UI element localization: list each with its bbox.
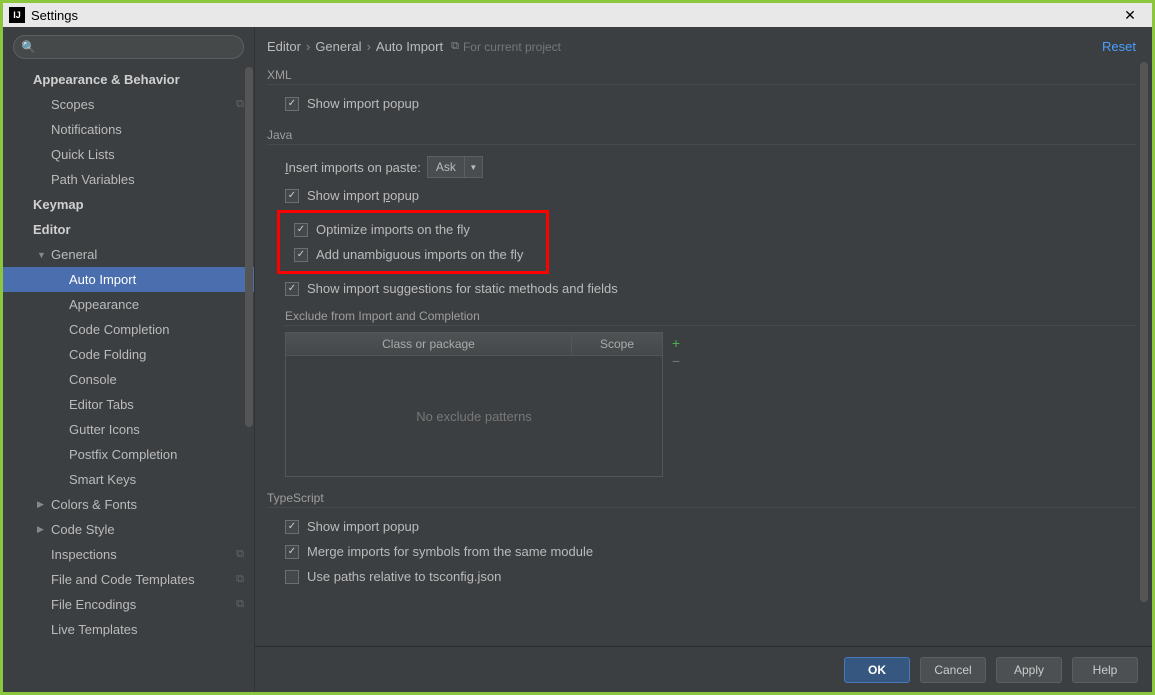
project-scope-icon: ⧉ (451, 40, 459, 53)
ok-button[interactable]: OK (844, 657, 910, 683)
sidebar-item-path-variables[interactable]: Path Variables (3, 167, 254, 192)
label-static-suggestions: Show import suggestions for static metho… (307, 281, 618, 296)
sidebar-item-scopes[interactable]: Scopes⧉ (3, 92, 254, 117)
checkbox-xml-show-import-popup[interactable] (285, 97, 299, 111)
section-typescript-title: TypeScript (267, 491, 1136, 508)
exclude-table: Class or package Scope No exclude patter… (285, 332, 663, 477)
sidebar-scrollbar[interactable] (244, 67, 254, 467)
project-scope-icon: ⧉ (236, 98, 244, 111)
sidebar-item-editor[interactable]: Editor (3, 217, 254, 242)
checkbox-static-suggestions[interactable] (285, 282, 299, 296)
checkbox-java-show-import-popup[interactable] (285, 189, 299, 203)
breadcrumb-general[interactable]: General (315, 39, 361, 54)
sidebar-item-editor-tabs[interactable]: Editor Tabs (3, 392, 254, 417)
section-xml-title: XML (267, 68, 1136, 85)
label-xml-show-import-popup: Show import popup (307, 96, 419, 111)
content-scrollbar[interactable] (1140, 62, 1150, 622)
sidebar-item-general[interactable]: ▼General (3, 242, 254, 267)
exclude-empty-text: No exclude patterns (286, 356, 662, 476)
col-scope[interactable]: Scope (572, 333, 662, 355)
breadcrumb: Editor › General › Auto Import ⧉ For cur… (255, 27, 1152, 62)
apply-button[interactable]: Apply (996, 657, 1062, 683)
sidebar-item-auto-import[interactable]: Auto Import (3, 267, 254, 292)
sidebar-item-gutter-icons[interactable]: Gutter Icons (3, 417, 254, 442)
sidebar-item-file-encodings[interactable]: File Encodings⧉ (3, 592, 254, 617)
add-exclude-button[interactable]: + (667, 334, 685, 352)
checkbox-ts-merge-imports[interactable] (285, 545, 299, 559)
chevron-right-icon: ▶ (37, 499, 47, 510)
sidebar-item-inspections[interactable]: Inspections⧉ (3, 542, 254, 567)
checkbox-add-unambiguous-imports[interactable] (294, 248, 308, 262)
cancel-button[interactable]: Cancel (920, 657, 986, 683)
sidebar-item-live-templates[interactable]: Live Templates (3, 617, 254, 642)
label-ts-relative-paths: Use paths relative to tsconfig.json (307, 569, 501, 584)
close-icon[interactable]: ✕ (1114, 7, 1146, 24)
section-java-title: Java (267, 128, 1136, 145)
titlebar: IJ Settings ✕ (3, 3, 1152, 27)
window-title: Settings (31, 8, 78, 23)
chevron-down-icon[interactable]: ▼ (465, 156, 483, 178)
col-class-or-package[interactable]: Class or package (286, 333, 572, 355)
breadcrumb-project-label: For current project (463, 40, 561, 54)
breadcrumb-editor[interactable]: Editor (267, 39, 301, 54)
chevron-right-icon: ▶ (37, 524, 47, 535)
project-scope-icon: ⧉ (236, 598, 244, 611)
label-ts-merge-imports: Merge imports for symbols from the same … (307, 544, 593, 559)
label-insert-imports-on-paste: Insert imports on paste: (285, 160, 421, 175)
checkbox-optimize-imports-on-fly[interactable] (294, 223, 308, 237)
sidebar-item-file-code-templates[interactable]: File and Code Templates⧉ (3, 567, 254, 592)
settings-tree: Appearance & Behavior Scopes⧉ Notificati… (3, 67, 254, 692)
label-optimize-imports-on-fly: Optimize imports on the fly (316, 222, 470, 237)
project-scope-icon: ⧉ (236, 573, 244, 586)
sidebar-item-quick-lists[interactable]: Quick Lists (3, 142, 254, 167)
search-icon: 🔍 (21, 40, 36, 54)
checkbox-ts-show-import-popup[interactable] (285, 520, 299, 534)
search-input[interactable] (13, 35, 244, 59)
app-icon: IJ (9, 7, 25, 23)
remove-exclude-button[interactable]: − (667, 352, 685, 370)
help-button[interactable]: Help (1072, 657, 1138, 683)
sidebar-item-colors-fonts[interactable]: ▶Colors & Fonts (3, 492, 254, 517)
dialog-footer: OK Cancel Apply Help (255, 646, 1152, 692)
label-ts-show-import-popup: Show import popup (307, 519, 419, 534)
sidebar-item-code-completion[interactable]: Code Completion (3, 317, 254, 342)
project-scope-icon: ⧉ (236, 548, 244, 561)
sidebar-item-console[interactable]: Console (3, 367, 254, 392)
sidebar-item-appearance-behavior[interactable]: Appearance & Behavior (3, 67, 254, 92)
sidebar-item-keymap[interactable]: Keymap (3, 192, 254, 217)
select-insert-imports-on-paste[interactable]: Ask (427, 156, 465, 178)
highlight-box: Optimize imports on the fly Add unambigu… (277, 210, 549, 274)
sidebar-item-appearance[interactable]: Appearance (3, 292, 254, 317)
sidebar-item-notifications[interactable]: Notifications (3, 117, 254, 142)
sidebar-item-code-folding[interactable]: Code Folding (3, 342, 254, 367)
label-java-show-import-popup: Show import popup (307, 188, 419, 203)
breadcrumb-auto-import: Auto Import (376, 39, 443, 54)
sidebar-item-code-style[interactable]: ▶Code Style (3, 517, 254, 542)
chevron-down-icon: ▼ (37, 250, 47, 260)
reset-link[interactable]: Reset (1102, 39, 1136, 54)
sidebar-item-postfix-completion[interactable]: Postfix Completion (3, 442, 254, 467)
sidebar: 🔍 Appearance & Behavior Scopes⧉ Notifica… (3, 27, 255, 692)
section-exclude-title: Exclude from Import and Completion (285, 309, 1136, 326)
checkbox-ts-relative-paths[interactable] (285, 570, 299, 584)
label-add-unambiguous-imports: Add unambiguous imports on the fly (316, 247, 523, 262)
sidebar-item-smart-keys[interactable]: Smart Keys (3, 467, 254, 492)
